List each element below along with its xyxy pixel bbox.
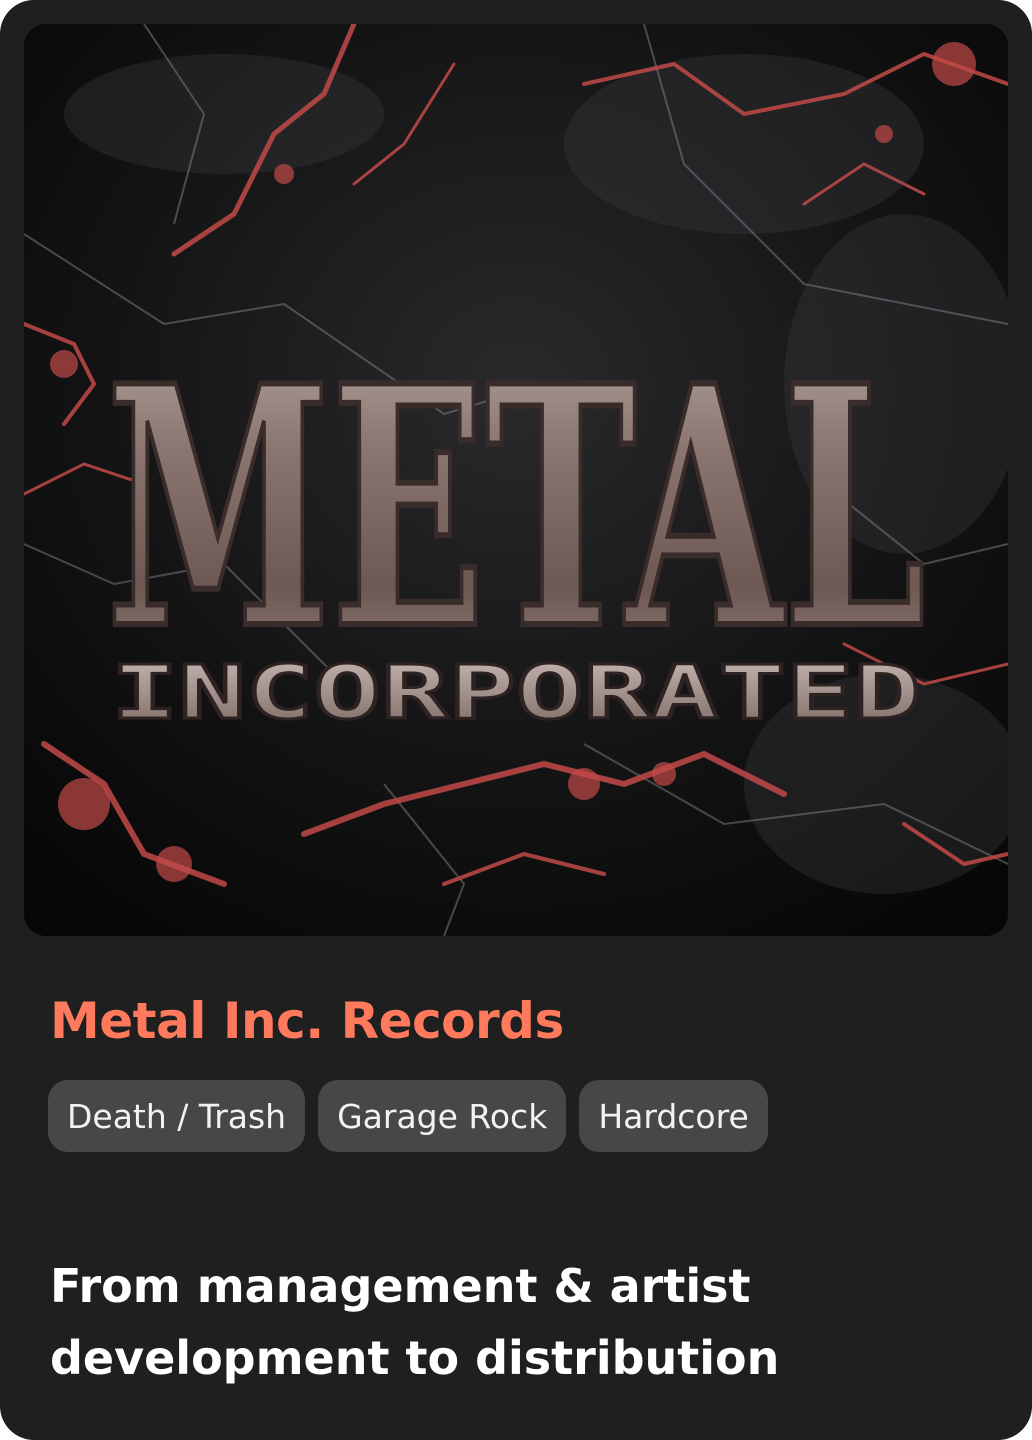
cover-logo-line2: INCORPORATED [111,650,921,736]
genre-tag-hardcore[interactable]: Hardcore [579,1080,768,1152]
label-tagline: From management & artist development to … [50,1250,950,1394]
cover-image: METAL INCORPORATED [24,24,1008,936]
genre-tag-death-trash[interactable]: Death / Trash [48,1080,306,1152]
tagline-line-2: development to distribution [50,1331,780,1385]
cover-logo-line1: METAL [106,314,926,702]
label-card[interactable]: METAL INCORPORATED Metal Inc. Records De… [0,0,1032,1440]
label-title[interactable]: Metal Inc. Records [50,988,564,1054]
tagline-line-1: From management & artist [50,1259,751,1313]
genre-tag-garage-rock[interactable]: Garage Rock [318,1080,567,1152]
cover-artwork: METAL INCORPORATED [24,24,1008,936]
genre-tags: Death / Trash Garage Rock Hardcore [48,1080,768,1152]
